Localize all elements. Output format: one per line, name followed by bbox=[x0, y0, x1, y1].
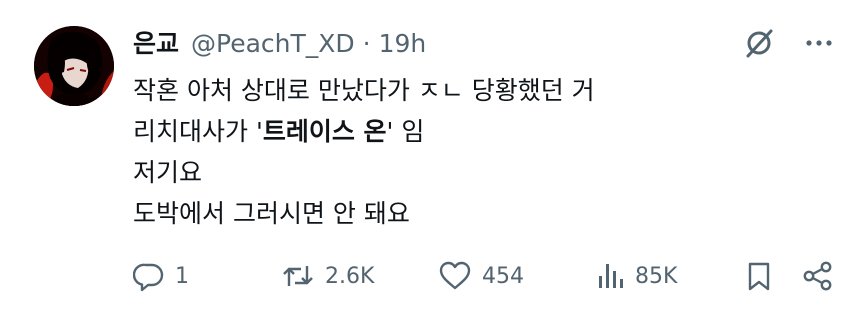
retweet-icon bbox=[283, 266, 313, 286]
user-handle[interactable]: @PeachT_XD bbox=[191, 28, 355, 60]
display-name[interactable]: 은교 bbox=[133, 28, 179, 60]
retweet-button[interactable]: 2.6K bbox=[281, 256, 374, 296]
bookmark-button[interactable] bbox=[744, 256, 774, 296]
tweet-line-2: 리치대사가 '트레이스 온' 임 bbox=[133, 111, 595, 152]
avatar[interactable] bbox=[34, 26, 114, 106]
tweet-line-2-before: 리치대사가 ' bbox=[133, 117, 263, 146]
tweet-line-4: 도박에서 그러시면 안 돼요 bbox=[133, 199, 410, 228]
reply-icon bbox=[133, 263, 164, 292]
separator-dot: · bbox=[362, 29, 371, 58]
tweet-top-icons bbox=[742, 26, 836, 60]
tweet-header: 은교 @PeachT_XD · 19h bbox=[133, 28, 426, 60]
heart-icon bbox=[439, 261, 471, 290]
action-bar: 1 2.6K 454 85K bbox=[133, 256, 836, 296]
views-icon bbox=[599, 264, 623, 288]
tweet: 은교 @PeachT_XD · 19h 작혼 아처 상대로 만났다가 ㅈㄴ 당황… bbox=[0, 0, 850, 311]
views-button[interactable]: 85K bbox=[595, 256, 677, 296]
tweet-line-1: 작혼 아처 상대로 만났다가 ㅈㄴ 당황했던 거 bbox=[133, 76, 595, 105]
avatar-image bbox=[34, 26, 114, 106]
share-button[interactable] bbox=[801, 256, 835, 296]
tweet-text: 작혼 아처 상대로 만났다가 ㅈㄴ 당황했던 거 리치대사가 '트레이스 온' … bbox=[133, 70, 595, 234]
like-count: 454 bbox=[482, 263, 524, 289]
like-button[interactable]: 454 bbox=[438, 256, 524, 296]
share-icon bbox=[803, 261, 832, 291]
tweet-line-2-after: ' 임 bbox=[386, 117, 425, 146]
timestamp[interactable]: 19h bbox=[379, 28, 427, 60]
views-count: 85K bbox=[635, 263, 678, 289]
more-icon[interactable] bbox=[802, 26, 836, 60]
tweet-line-2-bold: 트레이스 온 bbox=[262, 117, 387, 146]
grok-icon[interactable] bbox=[742, 26, 776, 60]
reply-count: 1 bbox=[175, 263, 189, 289]
reply-button[interactable]: 1 bbox=[133, 256, 189, 296]
tweet-line-3: 저기요 bbox=[133, 158, 203, 187]
retweet-count: 2.6K bbox=[325, 263, 375, 289]
bookmark-icon bbox=[748, 262, 770, 291]
